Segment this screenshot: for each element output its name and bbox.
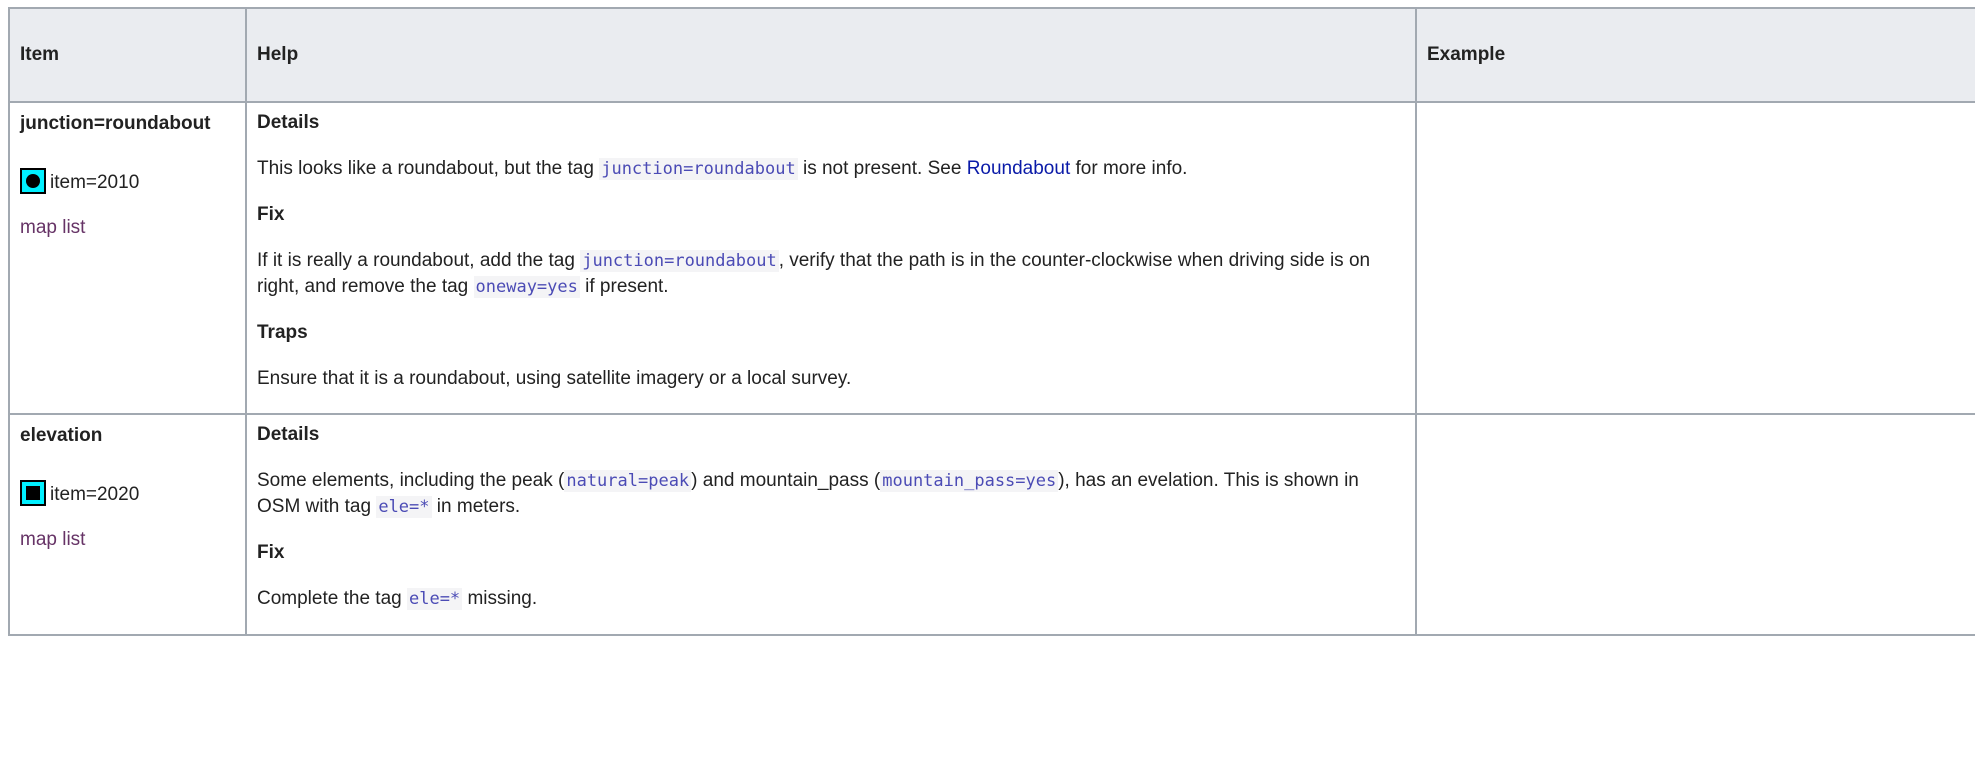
details-heading: Details bbox=[257, 112, 320, 133]
marker-circle-icon bbox=[20, 168, 46, 194]
item-title: junction=roundabout bbox=[20, 113, 211, 134]
table-row: junction=roundabout item=2010 map list D… bbox=[8, 101, 1975, 415]
roundabout-wiki-link[interactable]: Roundabout bbox=[967, 158, 1071, 179]
traps-text: Ensure that it is a roundabout, using sa… bbox=[257, 368, 852, 389]
details-text: This looks like a roundabout, but the ta… bbox=[257, 158, 1188, 180]
item-cell: elevation item=2020 map list bbox=[8, 413, 247, 636]
help-cell: Details This looks like a roundabout, bu… bbox=[245, 101, 1417, 415]
marker-square-icon bbox=[20, 480, 46, 506]
column-header-item[interactable]: Item bbox=[8, 7, 247, 103]
map-list-link[interactable]: map list bbox=[20, 528, 235, 552]
fix-heading: Fix bbox=[257, 542, 285, 563]
item-icon-row: item=2010 bbox=[20, 160, 235, 194]
table-row: elevation item=2020 map list Details Som… bbox=[8, 413, 1975, 636]
tag-code: natural=peak bbox=[564, 470, 692, 492]
tag-code: ele=* bbox=[406, 588, 463, 610]
example-cell bbox=[1415, 413, 1975, 636]
tag-code: ele=* bbox=[376, 496, 432, 518]
tag-code: mountain_pass=yes bbox=[880, 470, 1059, 492]
traps-heading: Traps bbox=[257, 322, 308, 343]
tag-code: oneway=yes bbox=[473, 276, 580, 298]
fix-heading: Fix bbox=[257, 204, 285, 225]
errors-table: Item Help Example junction=roundabout it… bbox=[8, 7, 1975, 636]
item-title: elevation bbox=[20, 425, 103, 446]
tag-code: junction=roundabout bbox=[580, 250, 779, 272]
tag-code: junction=roundabout bbox=[599, 158, 798, 180]
fix-text: Complete the tag ele=* missing. bbox=[257, 588, 538, 610]
details-text: Some elements, including the peak (natur… bbox=[257, 470, 1359, 518]
item-code: item=2020 bbox=[50, 484, 140, 505]
header-row: Item Help Example bbox=[8, 7, 1975, 103]
map-list-link[interactable]: map list bbox=[20, 216, 235, 240]
example-cell bbox=[1415, 101, 1975, 415]
item-cell: junction=roundabout item=2010 map list bbox=[8, 101, 247, 415]
item-code: item=2010 bbox=[50, 172, 140, 193]
fix-text: If it is really a roundabout, add the ta… bbox=[257, 250, 1371, 298]
column-header-help[interactable]: Help bbox=[245, 7, 1417, 103]
column-header-example[interactable]: Example bbox=[1415, 7, 1975, 103]
item-icon-row: item=2020 bbox=[20, 472, 235, 506]
help-cell: Details Some elements, including the pea… bbox=[245, 413, 1417, 636]
details-heading: Details bbox=[257, 424, 320, 445]
